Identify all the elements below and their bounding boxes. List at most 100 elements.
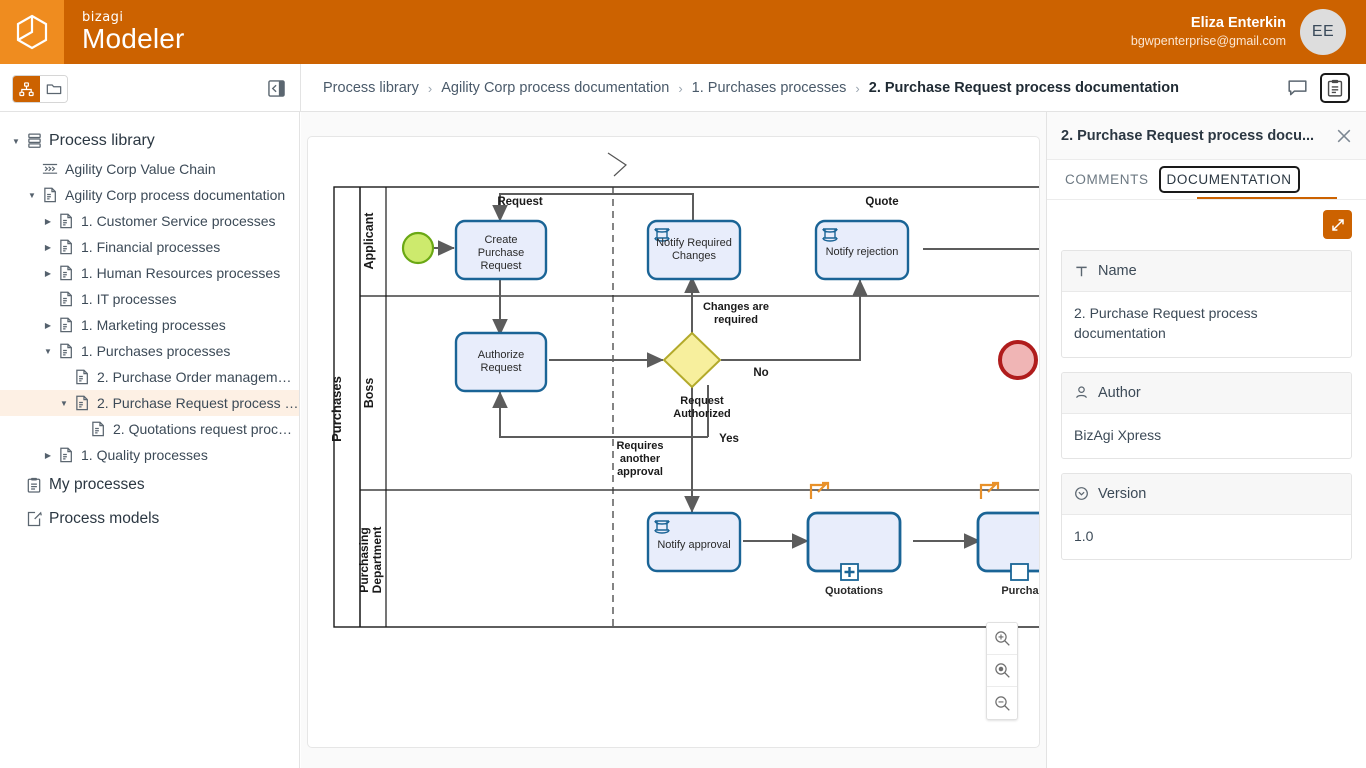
breadcrumb-item-2[interactable]: 1. Purchases processes [692,80,847,96]
sidebar-item-0[interactable]: ▼ Process library [0,126,299,156]
caret-down-icon[interactable]: ▼ [60,399,68,408]
tree-caret[interactable]: ▶ [40,451,56,460]
close-icon [1337,129,1351,142]
tree-caret[interactable]: ▶ [40,243,56,252]
process-icon [60,343,72,359]
field-version-header: Version [1062,473,1351,515]
comments-button[interactable] [1284,75,1310,101]
org-tree-icon [19,81,34,96]
sidebar-item-12[interactable]: ▶ 1. Quality processes [0,442,299,468]
field-author-value[interactable]: BizAgi Xpress [1062,414,1351,458]
tree-item-icon [24,511,44,527]
panel-close-button[interactable] [1334,128,1354,144]
sidebar-item-8[interactable]: ▼ 1. Purchases processes [0,338,299,364]
sidebar-item-7[interactable]: ▶ 1. Marketing processes [0,312,299,338]
sidebar-item-label: My processes [49,476,145,493]
tree-caret[interactable]: ▼ [56,399,72,408]
sidebar-item-2[interactable]: ▼ Agility Corp process documentation [0,182,299,208]
field-version: Version 1.0 [1061,472,1352,561]
bpmn-diagram[interactable]: Purchases Applicant Boss Purchasing Depa… [308,137,1040,748]
tab-documentation[interactable]: DOCUMENTATION [1158,166,1300,193]
svg-text:Requires: Requires [616,440,663,452]
process-icon [92,421,104,437]
avatar[interactable]: EE [1300,9,1346,55]
sidebar-item-3[interactable]: ▶ 1. Customer Service processes [0,208,299,234]
tree-item-icon [40,187,60,203]
sidebar-item-6[interactable]: 1. IT processes [0,286,299,312]
tree-item-icon [72,395,92,411]
collapse-sidebar-button[interactable] [266,78,286,98]
svg-text:Request: Request [680,395,724,407]
caret-right-icon[interactable]: ▶ [45,269,51,278]
tree-item-icon [88,421,108,437]
sidebar-item-label: 1. Marketing processes [81,317,226,333]
expand-documentation-button[interactable] [1323,210,1352,239]
breadcrumb: Process library › Agility Corp process d… [323,64,1179,112]
process-library-sidebar[interactable]: ▼ Process library Agility Corp Value Chain… [0,112,300,768]
svg-text:Quote: Quote [865,196,898,208]
zoom-in-icon [994,631,1010,646]
zoom-controls[interactable] [986,622,1018,720]
sidebar-item-5[interactable]: ▶ 1. Human Resources processes [0,260,299,286]
app-logo[interactable] [0,0,64,64]
svg-text:required: required [714,314,758,326]
process-icon [60,447,72,463]
tree-caret[interactable]: ▼ [24,191,40,200]
documentation-panel-button[interactable] [1320,73,1350,103]
zoom-in-button[interactable] [987,623,1017,655]
tree-caret[interactable]: ▶ [40,217,56,226]
panel-header: 2. Purchase Request process docu... [1047,112,1366,160]
caret-down-icon[interactable]: ▼ [28,191,36,200]
user-name: Eliza Enterkin [1190,15,1286,32]
panel-tabs[interactable]: COMMENTS DOCUMENTATION [1047,160,1366,200]
breadcrumb-item-3[interactable]: 2. Purchase Request process documentatio… [869,80,1179,96]
process-icon [60,317,72,333]
user-area[interactable]: Eliza Enterkin bgwpenterprise@gmail.com … [1131,9,1366,55]
documentation-panel[interactable]: 2. Purchase Request process docu... COMM… [1046,112,1366,768]
tree-caret[interactable]: ▼ [8,137,24,146]
tree-item-icon [56,343,76,359]
tree-caret[interactable]: ▼ [40,347,56,356]
panel-body: Name 2. Purchase Request process documen… [1047,200,1366,561]
zoom-fit-icon [994,663,1010,678]
sidebar-item-label: 1. Quality processes [81,447,208,463]
zoom-out-button[interactable] [987,687,1017,719]
header-actions [1284,64,1350,112]
tree-item-icon [56,265,76,281]
sidebar-item-9[interactable]: 2. Purchase Order management ... [0,364,299,390]
sidebar-item-label: 1. Human Resources processes [81,265,281,281]
sidebar-item-11[interactable]: 2. Quotations request process... [0,416,299,442]
field-name: Name 2. Purchase Request process documen… [1061,250,1352,358]
sidebar-item-1[interactable]: Agility Corp Value Chain [0,156,299,182]
field-version-value[interactable]: 1.0 [1062,515,1351,559]
caret-right-icon[interactable]: ▶ [45,451,51,460]
field-name-value[interactable]: 2. Purchase Request process documentatio… [1062,292,1351,357]
tree-item-icon [40,163,60,175]
diagram-card[interactable]: Purchases Applicant Boss Purchasing Depa… [307,136,1040,748]
diagram-canvas-area[interactable]: Purchases Applicant Boss Purchasing Depa… [301,112,1046,768]
zoom-reset-button[interactable] [987,655,1017,687]
sidebar-item-4[interactable]: ▶ 1. Financial processes [0,234,299,260]
tab-comments[interactable]: COMMENTS [1061,166,1153,193]
caret-right-icon[interactable]: ▶ [45,243,51,252]
tree-caret[interactable]: ▶ [40,321,56,330]
svg-text:Changes are: Changes are [703,301,769,313]
sidebar-item-10[interactable]: ▼ 2. Purchase Request process do... [0,390,299,416]
caret-down-icon[interactable]: ▼ [12,137,20,146]
library-icon [27,133,41,148]
process-icon [44,187,56,203]
caret-right-icon[interactable]: ▶ [45,321,51,330]
view-mode-toggle[interactable] [12,75,68,103]
breadcrumb-item-1[interactable]: Agility Corp process documentation [441,80,669,96]
caret-right-icon[interactable]: ▶ [45,217,51,226]
process-icon [60,239,72,255]
caret-down-icon[interactable]: ▼ [44,347,52,356]
sidebar-item-14[interactable]: Process models [0,502,299,536]
toolbar-divider [300,64,301,112]
view-tree-button[interactable] [13,76,40,102]
view-folder-button[interactable] [40,76,67,102]
breadcrumb-item-0[interactable]: Process library [323,80,419,96]
sidebar-item-13[interactable]: My processes [0,468,299,502]
tree-item-icon [56,317,76,333]
tree-caret[interactable]: ▶ [40,269,56,278]
